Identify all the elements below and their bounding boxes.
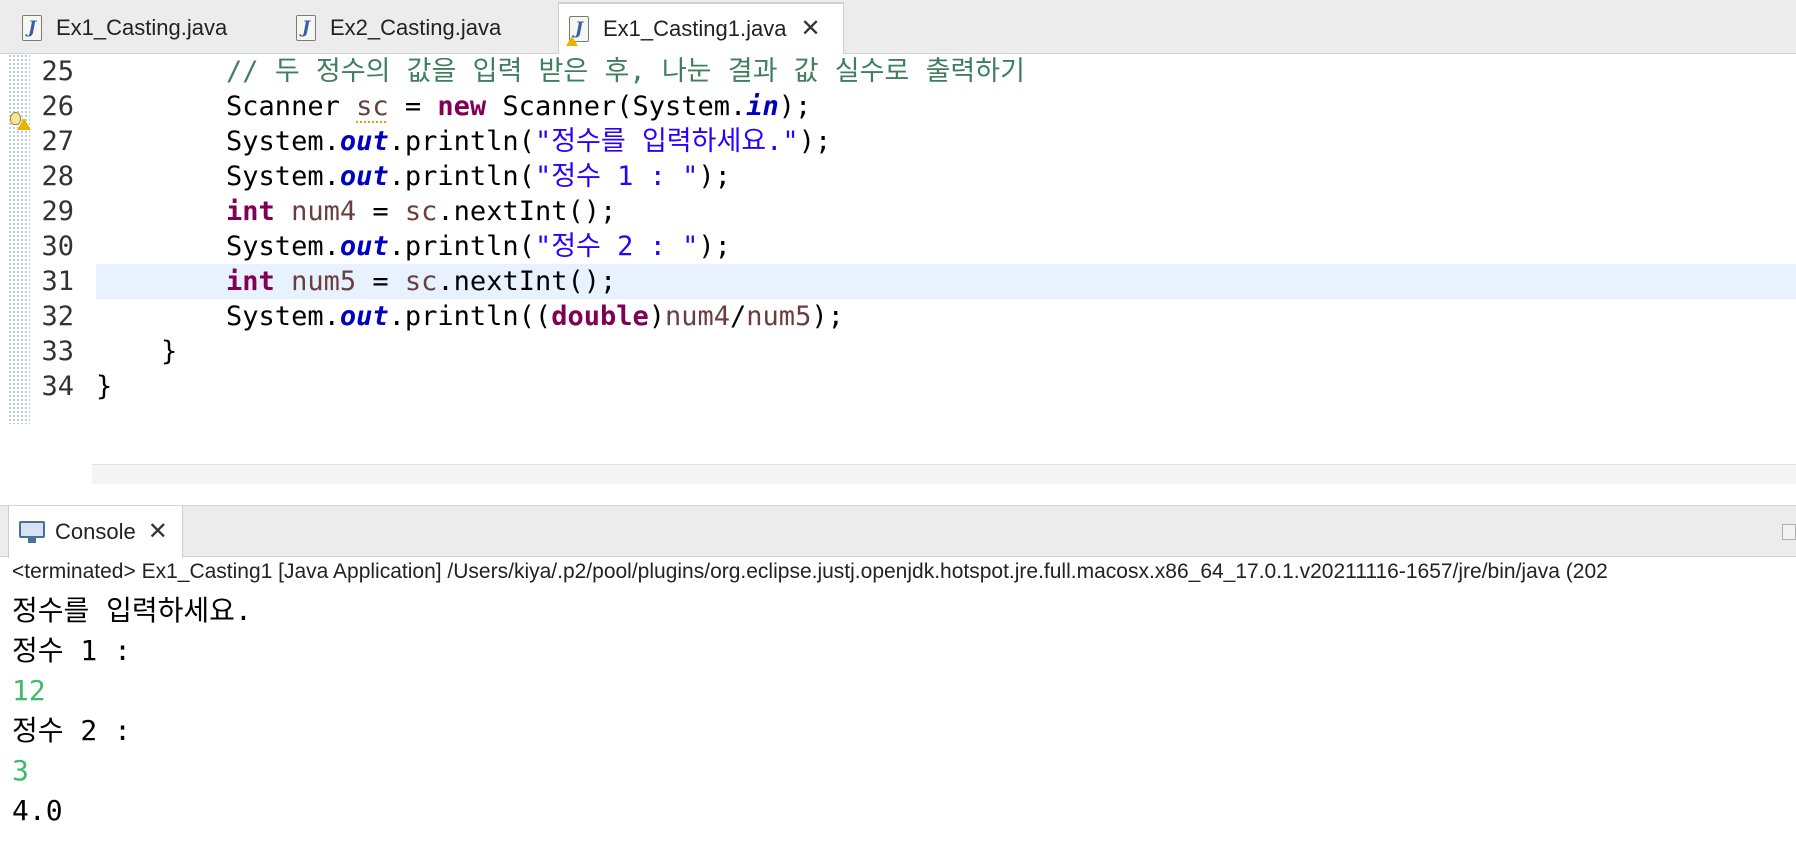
code-token: ); [811, 301, 844, 332]
code-token: int [226, 266, 275, 297]
code-token: ) [648, 301, 665, 332]
console-output-line: 4.0 [12, 794, 63, 827]
code-token: .println( [388, 231, 535, 262]
code-token: sc [356, 91, 389, 122]
code-token: .println(( [388, 301, 552, 332]
java-file-icon: J [296, 15, 316, 41]
close-icon[interactable]: ✕ [148, 520, 168, 544]
console-tab-bar: Console ✕ [0, 505, 1796, 558]
console-user-input: 12 [12, 674, 46, 707]
code-token: num5 [291, 266, 357, 297]
code-line[interactable]: } [96, 334, 1796, 369]
tab-label: Ex2_Casting.java [330, 15, 502, 40]
console-output-line: 정수 2 : [12, 714, 131, 747]
code-token: "정수를 입력하세요." [534, 126, 799, 157]
code-token: = [356, 196, 405, 227]
code-token: .nextInt(); [437, 266, 617, 297]
horizontal-scrollbar[interactable] [92, 464, 1796, 484]
console-user-input: 3 [12, 754, 29, 787]
close-icon[interactable]: ✕ [800, 17, 820, 41]
code-token: sc [404, 196, 438, 227]
console-tab-label: Console [55, 519, 136, 544]
code-token: ); [798, 126, 832, 157]
editor-tab-bar: J Ex1_Casting.java J Ex2_Casting.java J … [0, 0, 1796, 54]
code-token: ); [698, 161, 731, 192]
tab-ex1-casting[interactable]: J Ex1_Casting.java [12, 2, 274, 54]
console-output-line: 정수를 입력하세요. [12, 594, 252, 627]
code-line[interactable]: System.out.println("정수 1 : "); [96, 159, 1796, 194]
line-number-gutter: 25 26 27 28 29 30 31 32 33 34 [28, 54, 74, 404]
tab-ex2-casting[interactable]: J Ex2_Casting.java [286, 2, 554, 54]
code-token: num4 [665, 301, 731, 332]
code-token: System. [96, 301, 340, 332]
tab-label: Ex1_Casting1.java [603, 16, 787, 41]
code-token: } [96, 371, 113, 402]
code-token: num5 [746, 301, 812, 332]
code-token: .println( [388, 126, 535, 157]
code-line[interactable]: int num5 = sc.nextInt(); [96, 264, 1796, 299]
console-output[interactable]: 정수를 입력하세요. 정수 1 : 12 정수 2 : 3 4.0 [12, 591, 1792, 831]
code-token: out [339, 126, 389, 157]
code-token: "정수 2 : " [534, 231, 699, 262]
code-token: Scanner [96, 91, 357, 122]
code-token: = [388, 91, 438, 122]
java-file-warning-icon: J [566, 16, 589, 46]
line-number: 27 [41, 126, 74, 157]
code-token: out [339, 231, 389, 262]
console-process-status: <terminated> Ex1_Casting1 [Java Applicat… [12, 560, 1608, 583]
code-line[interactable]: } [96, 369, 1796, 404]
code-token: num4 [291, 196, 357, 227]
code-line[interactable]: System.out.println((double)num4/num5); [96, 299, 1796, 334]
code-token: in [746, 91, 779, 122]
tab-ex1-casting1[interactable]: J Ex1_Casting1.java ✕ [558, 2, 844, 54]
tab-label: Ex1_Casting.java [56, 15, 228, 40]
code-token: System. [96, 231, 340, 262]
code-line[interactable]: int num4 = sc.nextInt(); [96, 194, 1796, 229]
line-number: 31 [41, 266, 74, 297]
line-number: 25 [41, 56, 74, 87]
console-output-line: 정수 1 : [12, 634, 131, 667]
code-token: double [551, 301, 649, 332]
code-token: ); [698, 231, 731, 262]
line-number: 29 [41, 196, 74, 227]
java-file-icon: J [22, 15, 42, 41]
code-text-area[interactable]: // 두 정수의 값을 입력 받은 후, 나눈 결과 값 실수로 출력하기 Sc… [96, 54, 1796, 404]
code-editor[interactable]: 25 26 27 28 29 30 31 32 33 34 // 두 정수의 값을 입력 받은 후… [0, 54, 1796, 500]
line-number: 28 [41, 161, 74, 192]
view-menu-icon[interactable] [1782, 524, 1796, 540]
code-token: Scanner(System. [486, 91, 747, 122]
line-number: 32 [41, 301, 74, 332]
code-token: new [437, 91, 487, 122]
code-token: = [356, 266, 405, 297]
code-token: .nextInt(); [437, 196, 617, 227]
code-token: System. [96, 161, 340, 192]
code-token: int [226, 196, 275, 227]
tab-console[interactable]: Console ✕ [8, 506, 183, 558]
quick-fix-warning-icon[interactable] [8, 110, 31, 132]
code-token: ); [778, 91, 812, 122]
code-token: out [339, 161, 389, 192]
code-token: // 두 정수의 값을 입력 받은 후, 나눈 결과 값 실수로 출력하기 [226, 56, 1025, 87]
code-token: out [339, 301, 389, 332]
line-number: 30 [41, 231, 74, 262]
line-number: 26 [41, 91, 74, 122]
code-token: sc [404, 266, 438, 297]
code-token: System. [96, 126, 340, 157]
line-number: 33 [41, 336, 74, 367]
code-line[interactable]: // 두 정수의 값을 입력 받은 후, 나눈 결과 값 실수로 출력하기 [96, 54, 1796, 89]
console-monitor-icon [19, 521, 45, 543]
code-token: .println( [388, 161, 535, 192]
code-token: } [96, 336, 178, 367]
code-line[interactable]: System.out.println("정수 2 : "); [96, 229, 1796, 264]
code-token: "정수 1 : " [534, 161, 699, 192]
code-token: / [730, 301, 747, 332]
line-number: 34 [41, 371, 74, 402]
code-line[interactable]: Scanner sc = new Scanner(System.in); [96, 89, 1796, 124]
code-line[interactable]: System.out.println("정수를 입력하세요."); [96, 124, 1796, 159]
